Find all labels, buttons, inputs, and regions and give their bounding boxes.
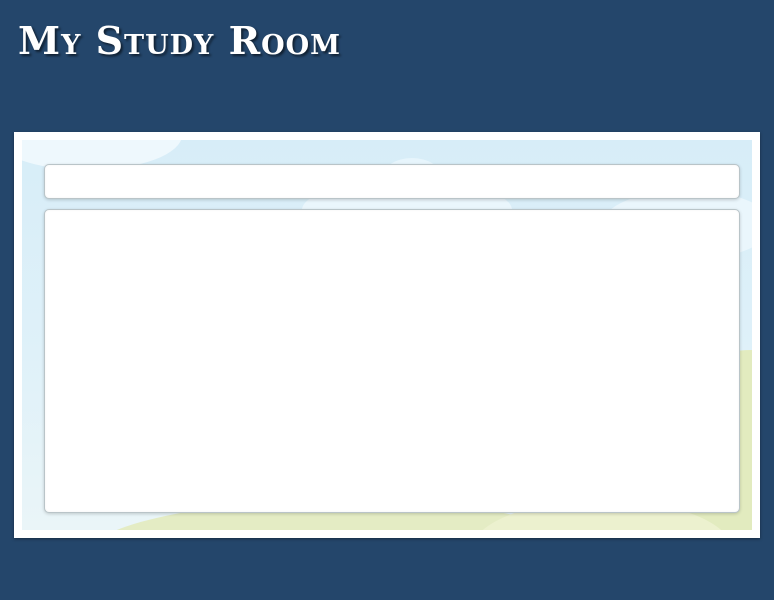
top-bar-panel	[44, 164, 740, 199]
study-room-frame	[14, 132, 760, 538]
app-title: My Study Room	[18, 18, 342, 63]
page: My Study Room	[0, 0, 774, 600]
main-content-panel	[44, 209, 740, 513]
sky-background	[22, 140, 752, 530]
